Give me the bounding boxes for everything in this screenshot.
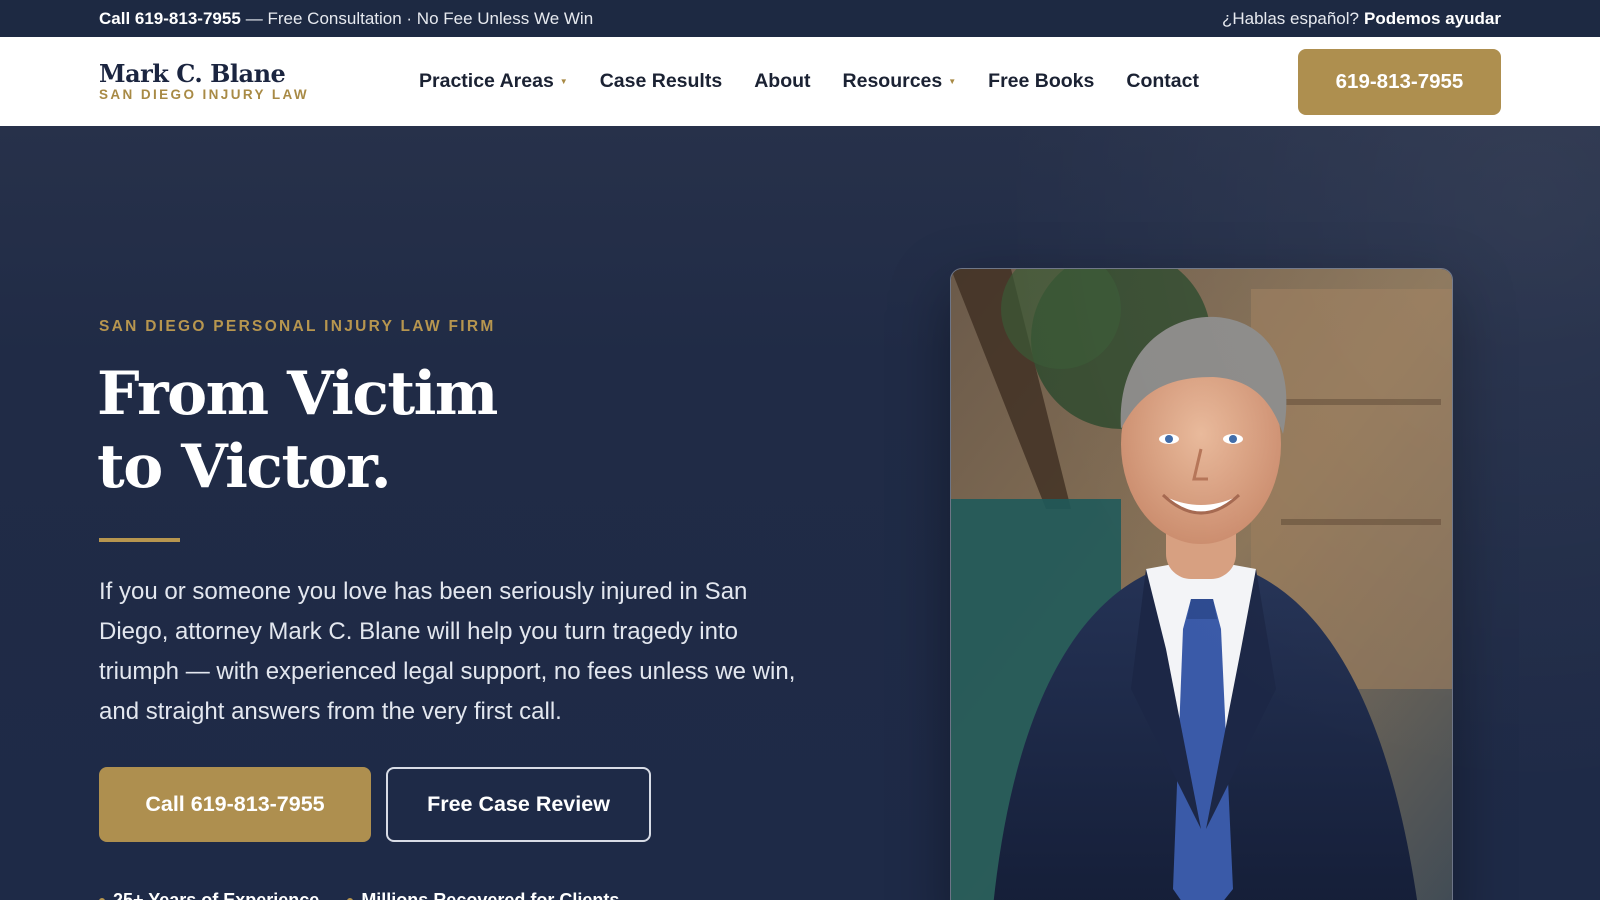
hero-eyebrow: SAN DIEGO PERSONAL INJURY LAW FIRM [99,318,496,335]
nav-item-label: About [754,70,811,92]
top-bar-consultation-text: — Free Consultation · No Fee Unless We W… [245,8,594,28]
top-bar-right: ¿Hablas español? Podemos ayudar [1222,9,1501,29]
header-phone-button[interactable]: 619-813-7955 [1298,48,1501,115]
gold-divider [99,538,180,542]
hero-section: SAN DIEGO PERSONAL INJURY LAW FIRM From … [0,126,1600,900]
hero-description: If you or someone you love has been seri… [99,578,796,725]
nav-item-contact[interactable]: Contact [1126,70,1199,93]
nav-item-label: Free Books [988,70,1095,92]
stat-item: Millions Recovered for Clients [347,890,619,900]
nav-item-free-books[interactable]: Free Books [988,70,1094,93]
brand-tagline: SAN DIEGO INJURY LAW [99,87,310,102]
nav-item-practice-areas[interactable]: Practice Areas ▼ [419,70,568,93]
nav-item-label: Contact [1126,70,1199,92]
hero-headline: From Victim to Victor. [97,358,498,504]
nav-item-resources[interactable]: Resources ▼ [843,70,957,93]
nav-item-about[interactable]: About [754,70,810,93]
call-button[interactable]: Call 619-813-7955 [99,767,371,842]
attorney-portrait [950,268,1453,900]
hero-stats: 25+ Years of Experience Millions Recover… [99,890,619,900]
nav-item-label: Case Results [599,70,723,92]
chevron-down-icon: ▼ [948,77,957,86]
chevron-down-icon: ▼ [559,77,568,86]
attorney-photo [951,269,1452,900]
stat-item: 25+ Years of Experience [99,890,319,900]
spanish-question: ¿Hablas español? [1221,8,1359,28]
brand-logo[interactable]: Mark C. Blane SAN DIEGO INJURY LAW [99,59,369,103]
nav-item-label: Practice Areas [419,70,554,92]
main-nav: Practice Areas ▼ Case Results About Reso… [419,70,1199,93]
site-header: Mark C. Blane SAN DIEGO INJURY LAW Pract… [0,37,1600,126]
top-bar-call-link[interactable]: Call 619-813-7955 [99,9,241,29]
brand-name: Mark C. Blane [99,59,286,88]
stat-label: Millions Recovered for Clients [361,890,620,900]
nav-item-case-results[interactable]: Case Results [600,70,722,93]
stat-label: 25+ Years of Experience [113,890,320,900]
hero-headline-line-2: to Victor. [97,432,392,502]
nav-item-label: Resources [842,70,943,92]
top-bar: Call 619-813-7955 — Free Consultation · … [0,0,1600,37]
top-bar-left: Call 619-813-7955 — Free Consultation · … [99,9,593,29]
hero-headline-line-1: From Victim [97,359,498,429]
free-case-review-button[interactable]: Free Case Review [386,767,651,842]
spanish-help-link[interactable]: Podemos ayudar [1364,9,1501,29]
